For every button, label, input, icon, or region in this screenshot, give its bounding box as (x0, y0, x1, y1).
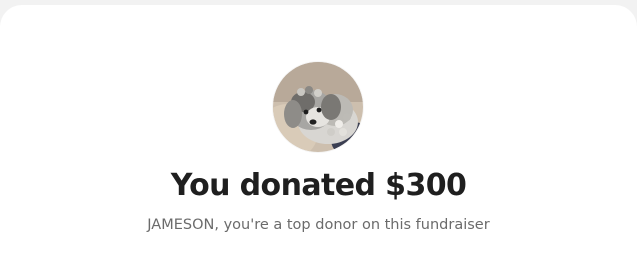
donation-headline: You donated $300 (170, 168, 467, 203)
fundraiser-avatar (273, 62, 363, 152)
donation-confirmation-card: You donated $300 JAMESON, you're a top d… (0, 5, 637, 274)
top-donor-message: JAMESON, you're a top donor on this fund… (147, 217, 490, 233)
dog-photo-avatar-icon (273, 62, 363, 152)
